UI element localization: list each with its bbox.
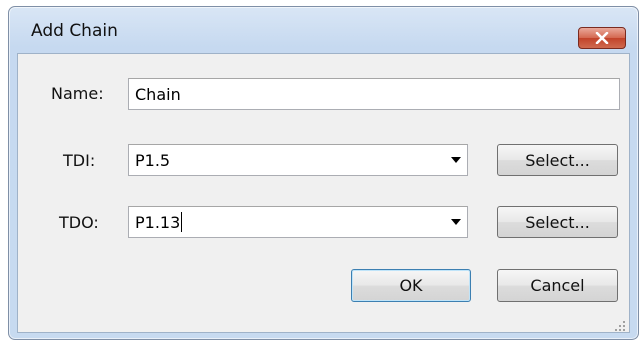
title-bar[interactable]: Add Chain: [9, 7, 638, 53]
name-label: Name:: [51, 84, 104, 103]
resize-grip-icon[interactable]: [614, 317, 626, 331]
cancel-button[interactable]: Cancel: [497, 269, 618, 302]
tdi-combobox-value: P1.5: [135, 150, 171, 170]
name-input[interactable]: Chain: [128, 78, 620, 110]
ok-button[interactable]: OK: [351, 269, 471, 302]
tdo-combobox-value: P1.13: [135, 212, 181, 232]
close-icon: [595, 29, 609, 48]
tdo-select-button[interactable]: Select...: [497, 206, 618, 238]
tdo-combobox[interactable]: P1.13: [128, 206, 468, 238]
chevron-down-icon[interactable]: [445, 145, 467, 175]
chevron-down-icon[interactable]: [445, 207, 467, 237]
dialog-body: Name: Chain TDI: P1.5 Select... TDO: P1.…: [17, 53, 630, 333]
tdo-label: TDO:: [59, 213, 99, 232]
tdi-label: TDI:: [63, 151, 96, 170]
add-chain-dialog: Add Chain Name: Chain TDI: P1.5 Select..…: [8, 6, 639, 340]
tdi-select-button[interactable]: Select...: [497, 144, 618, 176]
tdi-combobox[interactable]: P1.5: [128, 144, 468, 176]
dialog-title: Add Chain: [31, 21, 118, 41]
text-caret: [181, 212, 183, 232]
close-button[interactable]: [578, 27, 626, 49]
name-input-value: Chain: [135, 84, 181, 104]
